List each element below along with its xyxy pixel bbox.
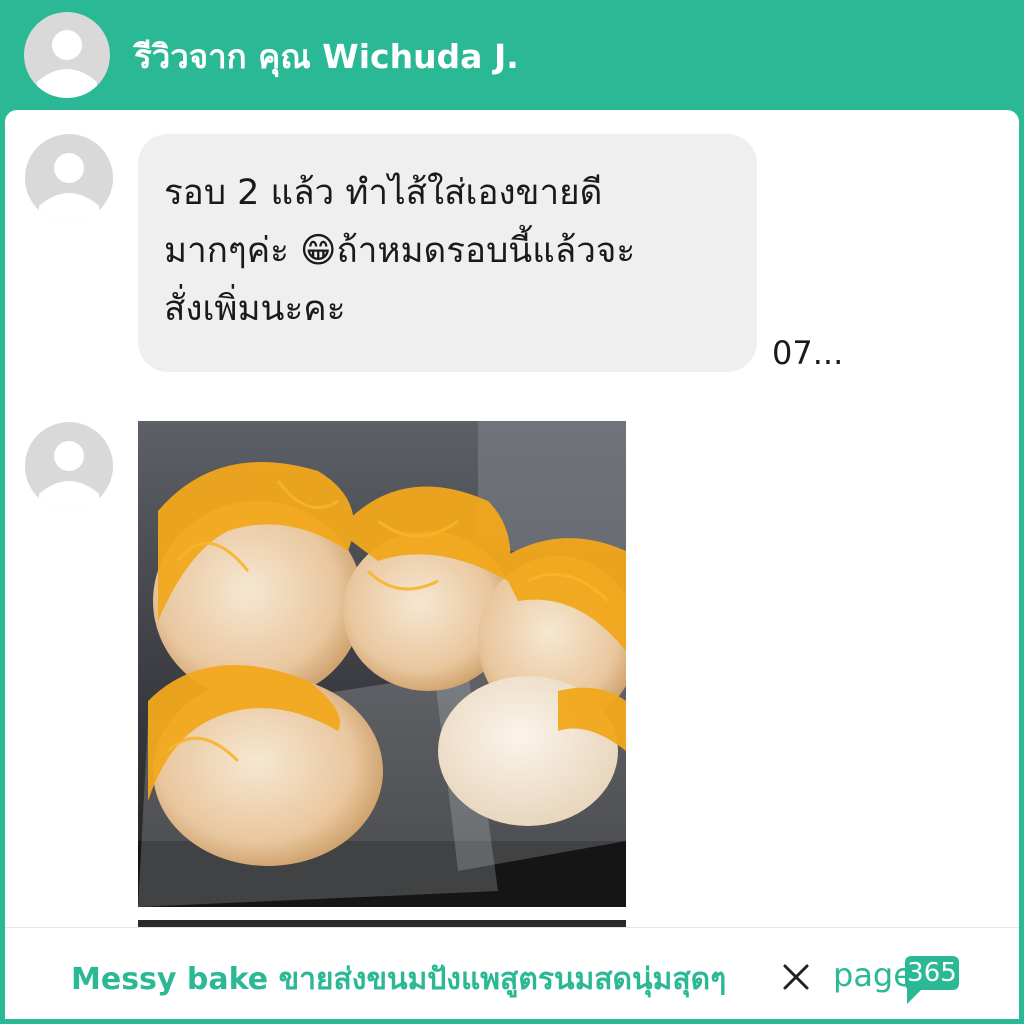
footer-bar: Messy bake ขายส่งขนมปังแพสูตรนมสดนุ่มสุด…	[5, 927, 1019, 1019]
user-avatar-icon	[25, 422, 113, 510]
review-header: รีวิวจาก คุณ Wichuda J.	[0, 0, 1024, 110]
user-avatar-icon	[25, 134, 113, 222]
chat-card: รอบ 2 แล้ว ทำไส้ใส่เองขายดี มากๆค่ะ 😁ถ้า…	[5, 110, 1019, 1019]
review-title: รีวิวจาก คุณ Wichuda J.	[134, 37, 519, 76]
message-line: มากๆค่ะ 😁ถ้าหมดรอบนี้แล้วจะ	[164, 231, 636, 271]
page365-logo[interactable]: page 365	[833, 952, 963, 1008]
brand-number: 365	[905, 956, 959, 990]
close-icon[interactable]	[781, 962, 811, 992]
message-line: สั่งเพิ่มนะคะ	[164, 289, 346, 329]
message-timestamp: 07...	[772, 334, 844, 372]
brand-text: page	[833, 956, 913, 994]
shop-name[interactable]: Messy bake ขายส่งขนมปังแพสูตรนมสดนุ่มสุด…	[71, 956, 726, 1003]
user-avatar-icon	[24, 12, 110, 98]
bread-photo[interactable]	[138, 421, 626, 907]
message-line: รอบ 2 แล้ว ทำไส้ใส่เองขายดี	[164, 173, 603, 213]
message-bubble: รอบ 2 แล้ว ทำไส้ใส่เองขายดี มากๆค่ะ 😁ถ้า…	[138, 134, 757, 372]
brand-badge-tail	[907, 988, 923, 1004]
